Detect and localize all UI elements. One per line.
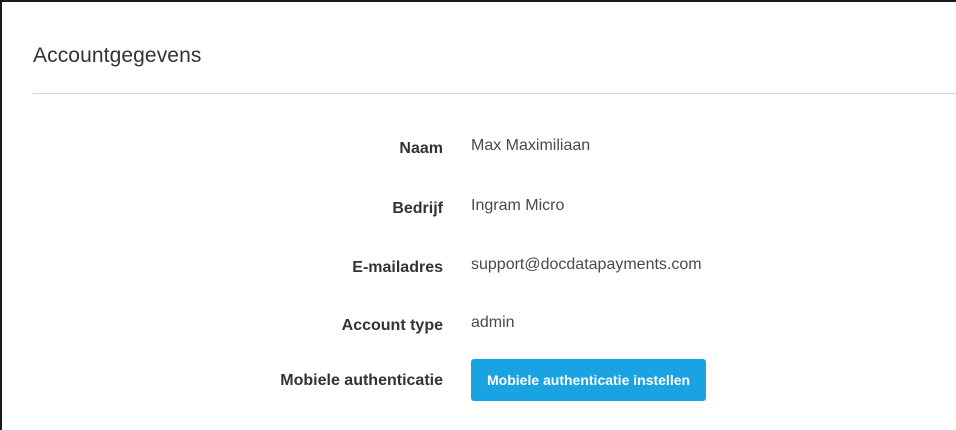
setup-mobile-auth-button[interactable]: Mobiele authenticatie instellen: [471, 359, 707, 401]
field-value-account-type: admin: [471, 314, 515, 331]
field-label-name: Naam: [399, 140, 443, 157]
field-label-mobile-auth: Mobiele authenticatie: [280, 372, 443, 389]
field-row-account-type: Account type admin: [2, 314, 956, 345]
field-row-email: E-mailadres support@docdatapayments.com: [2, 256, 956, 287]
account-details-panel: Accountgegevens Naam Max Maximiliaan Bed…: [0, 0, 956, 430]
field-label-company: Bedrijf: [392, 200, 443, 217]
field-label-account-type: Account type: [341, 317, 443, 334]
title-divider: [33, 93, 956, 94]
field-row-company: Bedrijf Ingram Micro: [2, 197, 956, 228]
panel-title: Accountgegevens: [33, 44, 202, 67]
field-value-company: Ingram Micro: [471, 197, 565, 214]
field-value-name: Max Maximiliaan: [471, 137, 591, 154]
field-row-name: Naam Max Maximiliaan: [2, 137, 956, 168]
field-label-email: E-mailadres: [352, 259, 443, 276]
field-row-mobile-auth: Mobiele authenticatie Mobiele authentica…: [2, 359, 956, 401]
field-value-email: support@docdatapayments.com: [471, 256, 702, 273]
